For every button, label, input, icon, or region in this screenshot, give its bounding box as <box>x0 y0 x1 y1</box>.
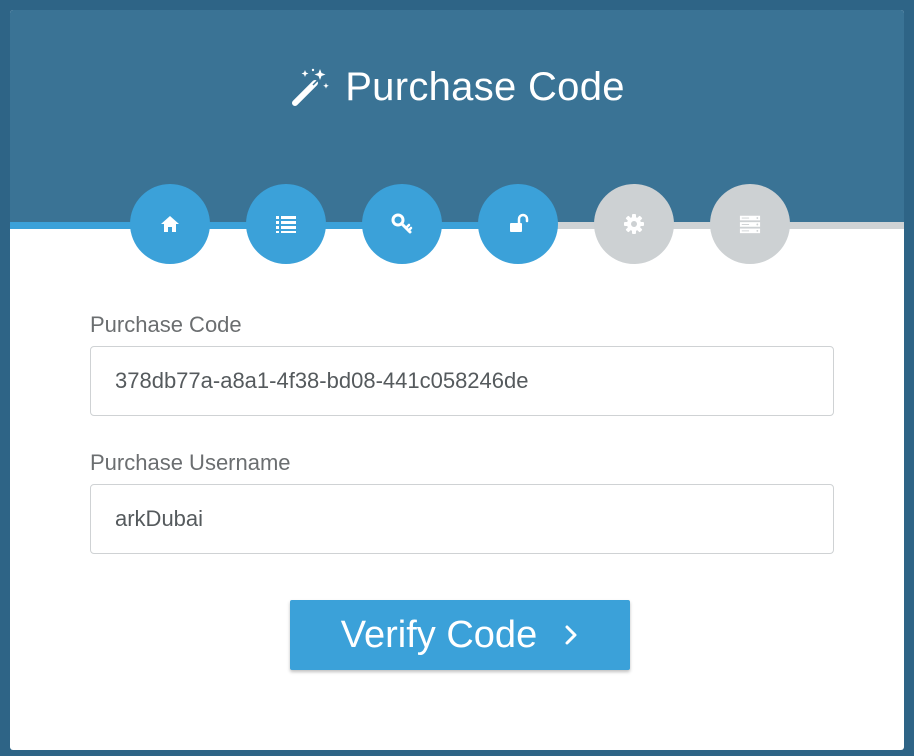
key-icon <box>391 213 413 234</box>
list-icon <box>276 216 296 233</box>
step-home[interactable] <box>130 184 210 264</box>
page-title: Purchase Code <box>345 65 625 109</box>
purchase-username-input[interactable] <box>90 484 834 554</box>
installer-card: Purchase Code Purchase Code 378db77a-a8a… <box>10 10 904 750</box>
step-server[interactable] <box>710 184 790 264</box>
verify-code-button[interactable]: Verify Code <box>290 600 630 670</box>
verify-code-label: Verify Code <box>340 613 538 656</box>
server-icon <box>739 215 761 234</box>
magic-wand-icon <box>292 68 329 106</box>
purchase-username-label: Purchase Username <box>90 450 291 475</box>
step-unlock[interactable] <box>478 184 558 264</box>
gear-icon <box>624 214 644 234</box>
step-settings[interactable] <box>594 184 674 264</box>
step-list[interactable] <box>246 184 326 264</box>
step-key[interactable] <box>362 184 442 264</box>
title-bar: Purchase Code <box>10 65 904 110</box>
progress-track-remaining <box>510 222 904 229</box>
home-icon <box>161 216 179 232</box>
unlock-icon <box>510 213 529 232</box>
purchase-code-input[interactable] <box>90 346 834 416</box>
purchase-code-label: Purchase Code <box>90 312 242 337</box>
chevron-right-icon <box>565 625 577 645</box>
